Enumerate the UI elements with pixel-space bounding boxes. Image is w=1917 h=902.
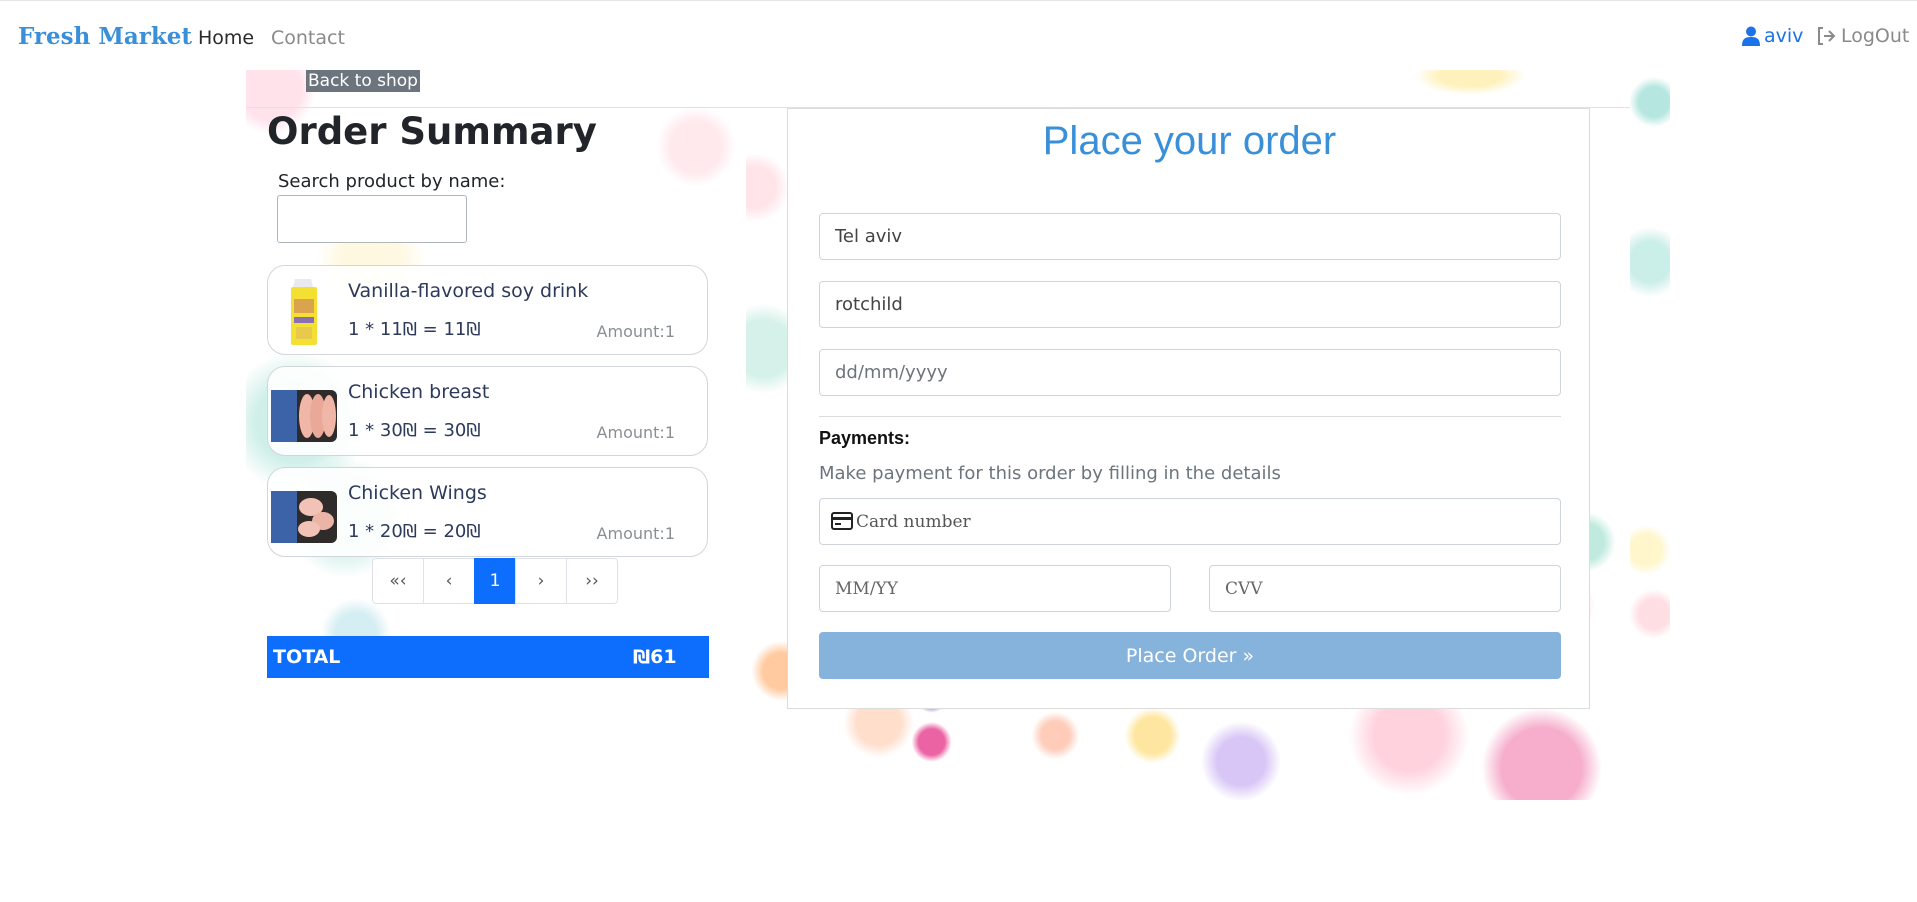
user-name: aviv	[1764, 25, 1804, 47]
chicken-breast-image	[271, 390, 337, 442]
city-input[interactable]	[819, 213, 1561, 260]
payments-description: Make payment for this order by filling i…	[819, 463, 1281, 484]
search-input[interactable]	[277, 195, 467, 243]
brand-logo[interactable]: Fresh Market	[18, 23, 192, 50]
nav-home-link[interactable]: Home	[198, 27, 254, 49]
navbar: Fresh Market Home Contact aviv LogOut	[0, 0, 1917, 73]
product-name: Vanilla-flavored soy drink	[348, 280, 589, 302]
credit-card-icon	[831, 512, 853, 530]
total-label: TOTAL	[273, 646, 341, 668]
logout-label: LogOut	[1841, 25, 1910, 47]
soy-drink-image	[291, 279, 317, 345]
street-input[interactable]	[819, 281, 1561, 328]
place-order-button[interactable]: Place Order »	[819, 632, 1561, 679]
place-order-form: Place your order Payments: Make payment …	[787, 108, 1590, 709]
back-to-shop-link[interactable]: Back to shop	[306, 70, 420, 92]
form-title: Place your order	[1042, 119, 1337, 163]
product-amount: Amount:1	[596, 524, 675, 543]
card-number-input[interactable]	[856, 499, 1546, 544]
product-name: Chicken Wings	[348, 482, 487, 504]
cvv-input[interactable]	[1209, 565, 1561, 612]
page-prev-button[interactable]: ‹	[423, 558, 475, 604]
product-amount: Amount:1	[596, 322, 675, 341]
chicken-wings-image	[271, 491, 337, 543]
product-price: 1 * 30₪ = 30₪	[348, 420, 481, 441]
product-card: Chicken breast 1 * 30₪ = 30₪ Amount:1	[267, 366, 708, 456]
watercolor-background-top	[1400, 70, 1540, 100]
page-last-button[interactable]: ››	[566, 558, 618, 604]
payments-label: Payments:	[819, 428, 911, 448]
order-summary-title: Order Summary	[267, 110, 597, 153]
search-label: Search product by name:	[278, 171, 506, 192]
product-card: Vanilla-flavored soy drink 1 * 11₪ = 11₪…	[267, 265, 708, 355]
nav-contact-link[interactable]: Contact	[271, 27, 345, 49]
product-price: 1 * 11₪ = 11₪	[348, 319, 481, 340]
product-name: Chicken breast	[348, 381, 490, 403]
pagination: «‹ ‹ 1 › ››	[372, 558, 618, 604]
logout-icon	[1818, 27, 1836, 45]
product-price: 1 * 20₪ = 20₪	[348, 521, 481, 542]
user-icon	[1742, 26, 1760, 46]
page-next-button[interactable]: ›	[515, 558, 567, 604]
product-card: Chicken Wings 1 * 20₪ = 20₪ Amount:1	[267, 467, 708, 557]
expiry-input[interactable]	[819, 565, 1171, 612]
date-input[interactable]	[819, 349, 1561, 396]
watercolor-background-strip	[1630, 70, 1670, 710]
total-bar: TOTAL ₪61	[267, 636, 709, 678]
product-amount: Amount:1	[596, 423, 675, 442]
card-number-field[interactable]	[819, 498, 1561, 545]
page-1-button[interactable]: 1	[474, 558, 516, 604]
logout-link[interactable]: LogOut	[1816, 25, 1909, 47]
page-first-button[interactable]: «‹	[372, 558, 424, 604]
user-profile-link[interactable]: aviv	[1742, 25, 1803, 47]
form-divider	[819, 416, 1561, 417]
total-value: ₪61	[633, 646, 677, 668]
